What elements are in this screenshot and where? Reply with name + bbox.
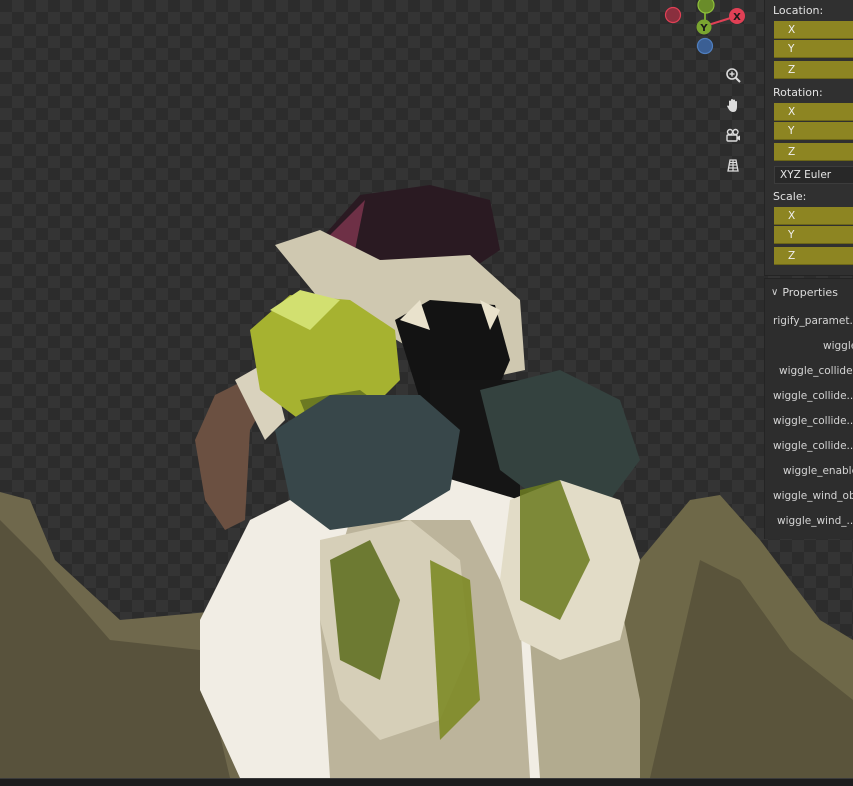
hand-pan-icon[interactable] — [722, 94, 744, 116]
rotation-x-field[interactable]: X — [774, 103, 853, 121]
property-item[interactable]: wiggle_wind_ob — [773, 487, 853, 505]
property-item[interactable]: wiggle_enable — [783, 462, 853, 480]
location-x-field[interactable]: X — [774, 21, 853, 39]
transform-panel: Location: X Y Z Rotation: X Y Z XYZ Eule… — [764, 0, 853, 276]
property-item[interactable]: wiggle_collide... — [773, 412, 853, 430]
rotation-z-field[interactable]: Z — [774, 143, 853, 161]
navigation-gizmo[interactable]: X Y — [660, 0, 750, 56]
properties-header[interactable]: ∨ Properties — [771, 283, 838, 301]
location-label: Location: — [773, 4, 824, 17]
neg-z-axis-handle[interactable] — [696, 37, 714, 55]
property-item[interactable]: rigify_paramet... — [773, 312, 853, 330]
custom-properties-panel: ∨ Properties rigify_paramet... wiggle wi… — [764, 278, 853, 539]
scale-z-field[interactable]: Z — [774, 247, 853, 265]
rotation-y-field[interactable]: Y — [774, 122, 853, 140]
property-item[interactable]: wiggle_collide... — [773, 437, 853, 455]
property-item[interactable]: wiggle_collide... — [779, 362, 853, 380]
scale-y-field[interactable]: Y — [774, 226, 853, 244]
rotation-label: Rotation: — [773, 86, 823, 99]
camera-icon[interactable] — [722, 124, 744, 146]
zoom-icon[interactable] — [722, 64, 744, 86]
3d-viewport[interactable]: X Y Location: X Y Z Rotation: X Y Z XYZ … — [0, 0, 853, 778]
property-item[interactable]: wiggle — [823, 337, 853, 355]
neg-x-axis-handle[interactable] — [664, 6, 682, 24]
scale-x-field[interactable]: X — [774, 207, 853, 225]
rotation-mode-dropdown[interactable]: XYZ Euler — [774, 166, 853, 184]
location-z-field[interactable]: Z — [774, 61, 853, 79]
properties-title: Properties — [782, 285, 838, 299]
z-axis-handle[interactable] — [697, 0, 715, 14]
location-y-field[interactable]: Y — [774, 40, 853, 58]
property-item[interactable]: wiggle_wind_... — [777, 512, 853, 530]
x-axis-label: X — [733, 12, 741, 23]
y-axis-label: Y — [699, 23, 708, 34]
property-item[interactable]: wiggle_collide... — [773, 387, 853, 405]
scale-label: Scale: — [773, 190, 807, 203]
character-model-render — [0, 185, 853, 778]
chevron-down-icon: ∨ — [771, 286, 779, 298]
grid-icon[interactable] — [722, 154, 744, 176]
